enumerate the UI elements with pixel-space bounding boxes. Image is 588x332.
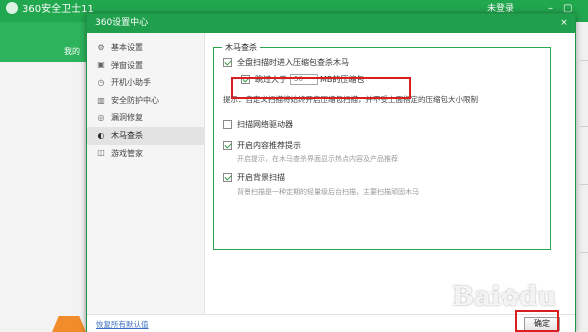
baidu-watermark: Bai✿du bbox=[452, 282, 557, 312]
divider bbox=[580, 60, 588, 61]
group-title: 木马查杀 bbox=[222, 42, 260, 53]
scan-archives-checkbox[interactable] bbox=[223, 58, 232, 67]
settings-sidebar: ⚙ 基本设置 ▣ 弹窗设置 ◷ 开机小助手 ▥ 安全防护中心 ◎ 漏洞修复 ◐ 木马查杀 ◫ 游戏管家 bbox=[87, 33, 205, 314]
divider bbox=[580, 184, 588, 185]
recommend-label: 开启内容推荐提示 bbox=[237, 141, 301, 150]
close-icon[interactable]: × bbox=[557, 14, 571, 33]
scan-archives-label: 全盘扫描时进入压缩包查杀木马 bbox=[237, 58, 349, 67]
sidebar-item[interactable]: ◐ 木马查杀 bbox=[87, 126, 204, 145]
recommend-checkbox[interactable] bbox=[223, 141, 232, 150]
sidebar-item[interactable]: ▣ 弹窗设置 bbox=[87, 57, 204, 75]
sidebar-item[interactable]: ◷ 开机小助手 bbox=[87, 74, 204, 92]
clock-icon: ◷ bbox=[97, 77, 105, 87]
trojan-scan-icon: ◐ bbox=[97, 130, 105, 140]
background-scan-option[interactable]: 开启背景扫描 bbox=[223, 172, 285, 183]
app-logo-icon bbox=[6, 2, 18, 14]
window-icon: ▣ bbox=[97, 60, 105, 70]
background-scan-description: 背景扫描是一种定期的轻量级后台扫描，主要扫描顽固木马 bbox=[237, 188, 419, 196]
sidebar-item-label: 木马查杀 bbox=[111, 130, 143, 140]
sidebar-item-label: 弹窗设置 bbox=[111, 60, 143, 70]
gear-icon: ⚙ bbox=[97, 42, 105, 52]
sidebar-item-label: 开机小助手 bbox=[111, 78, 151, 88]
app-nav-label[interactable]: 我的 bbox=[64, 46, 80, 57]
recommend-option[interactable]: 开启内容推荐提示 bbox=[223, 140, 301, 151]
sidebar-item-label: 漏洞修复 bbox=[111, 113, 143, 123]
recommend-description: 开启提示，在木马查杀界面显示热点内容及产品推荐 bbox=[237, 155, 398, 163]
background-scan-label: 开启背景扫描 bbox=[237, 173, 285, 182]
shield-grid-icon: ▥ bbox=[97, 95, 105, 105]
restore-defaults-link[interactable]: 恢复所有默认值 bbox=[96, 319, 149, 330]
background-scan-checkbox[interactable] bbox=[223, 173, 232, 182]
dialog-title: 360设置中心 bbox=[95, 18, 149, 28]
scan-drivers-option[interactable]: 扫描网络驱动器 bbox=[223, 119, 293, 130]
sidebar-item-label: 基本设置 bbox=[111, 43, 143, 52]
divider bbox=[580, 126, 588, 127]
scan-drivers-checkbox[interactable] bbox=[223, 120, 232, 129]
sidebar-item[interactable]: ▥ 安全防护中心 bbox=[87, 92, 204, 110]
scan-drivers-label: 扫描网络驱动器 bbox=[237, 120, 293, 129]
app-background-panel bbox=[0, 62, 84, 332]
sidebar-item[interactable]: ◫ 游戏管家 bbox=[87, 145, 204, 163]
divider bbox=[580, 252, 588, 253]
paw-icon: ✿ bbox=[500, 285, 520, 311]
settings-content: 木马查杀 全盘扫描时进入压缩包查杀木马 跳过大于 50 MB的压缩包 提示：自定… bbox=[206, 33, 575, 314]
gamepad-icon: ◫ bbox=[97, 148, 105, 158]
highlight-box-skip-large bbox=[231, 77, 411, 99]
app-title: 360安全卫士11 bbox=[6, 0, 94, 20]
patch-icon: ◎ bbox=[97, 113, 105, 123]
sidebar-item[interactable]: ⚙ 基本设置 bbox=[87, 39, 204, 57]
sidebar-item-label: 游戏管家 bbox=[111, 148, 143, 158]
sidebar-item-label: 安全防护中心 bbox=[111, 95, 159, 105]
dialog-titlebar: 360设置中心 × bbox=[87, 14, 575, 33]
sidebar-item[interactable]: ◎ 漏洞修复 bbox=[87, 109, 204, 127]
scan-archives-option[interactable]: 全盘扫描时进入压缩包查杀木马 bbox=[223, 57, 349, 68]
